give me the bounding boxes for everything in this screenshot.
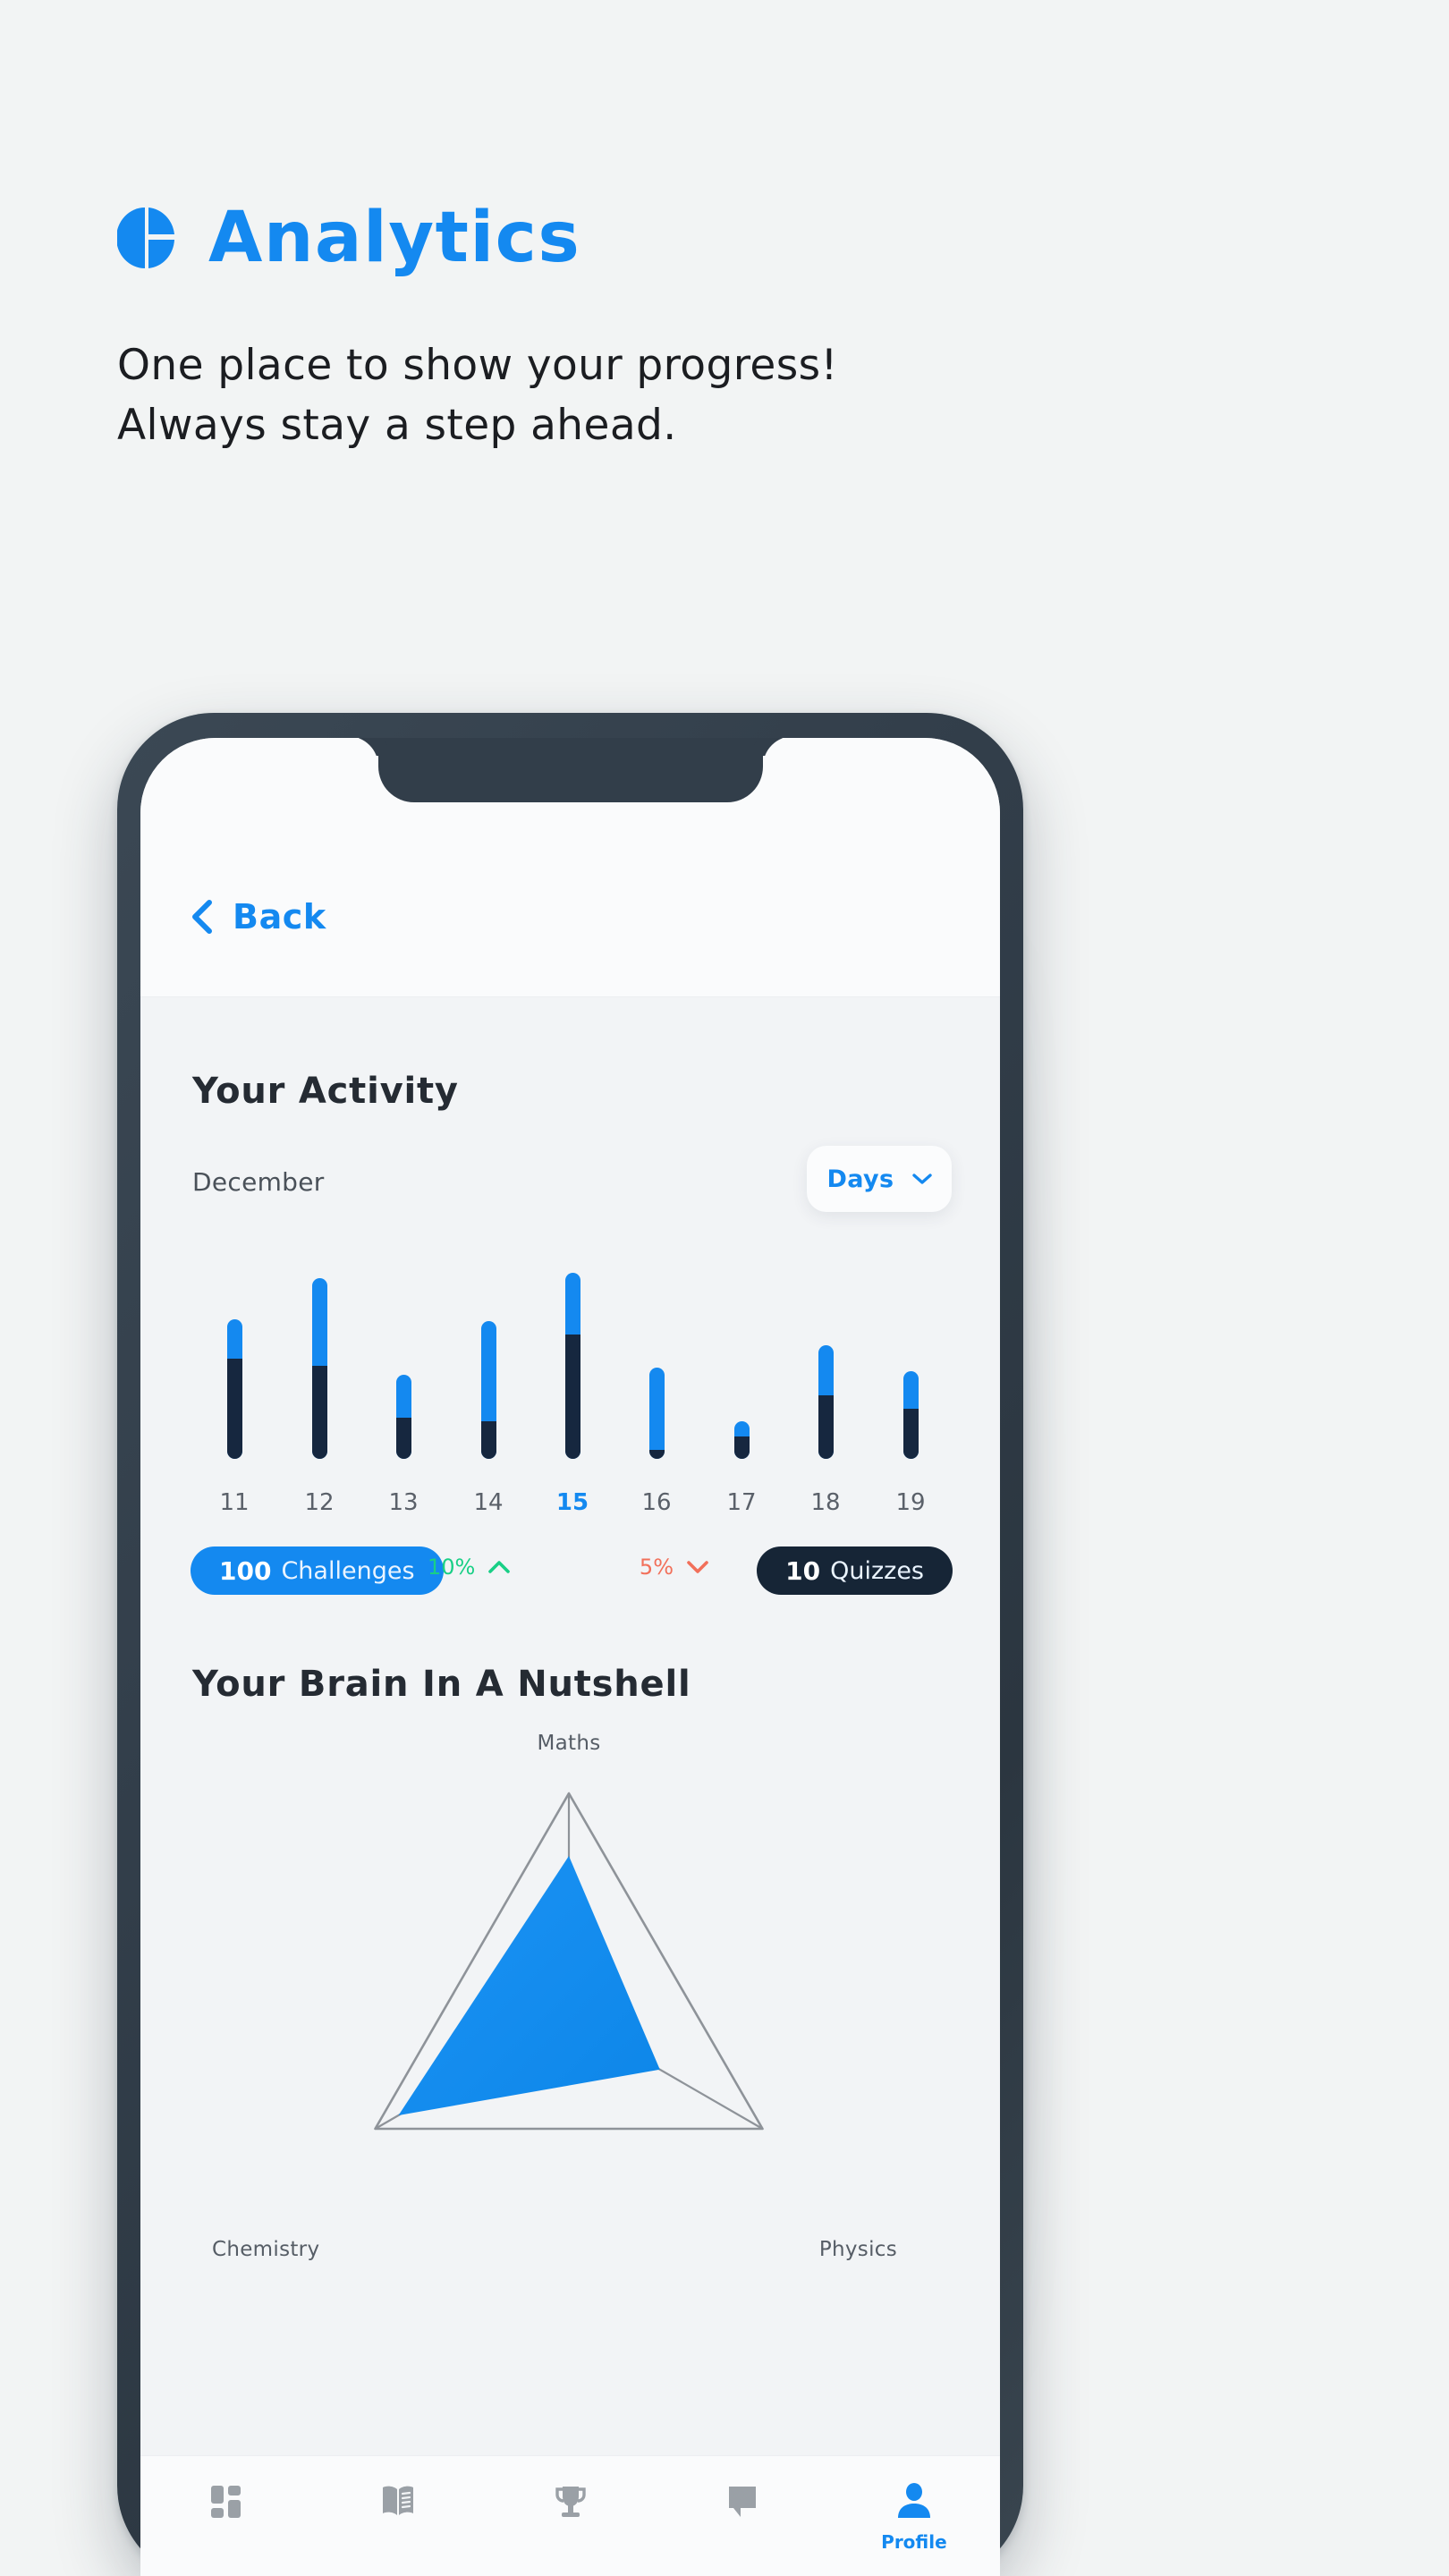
- chevron-down-icon: [686, 1559, 709, 1575]
- bar-completed-segment: [226, 1359, 242, 1459]
- activity-bar-16[interactable]: [639, 1368, 674, 1459]
- brain-radar-chart: Maths Chemistry Physics: [189, 1726, 949, 2263]
- activity-bar-17[interactable]: [724, 1421, 759, 1459]
- bar-day-label-18[interactable]: 18: [799, 1489, 852, 1516]
- bar-total: [226, 1319, 242, 1459]
- bar-completed-segment: [480, 1421, 496, 1459]
- quizzes-delta: 5%: [640, 1555, 709, 1580]
- chat-bubble-icon: [721, 2479, 764, 2522]
- bar-total: [818, 1345, 834, 1459]
- bar-completed-segment: [902, 1409, 919, 1459]
- phone-notch: [377, 738, 763, 802]
- chevron-up-icon: [487, 1559, 511, 1575]
- range-select-value: Days: [826, 1165, 894, 1193]
- phone-mockup: Back Your Activity December Days 11 12 13 1…: [117, 713, 1023, 2576]
- bar-completed-segment: [648, 1450, 665, 1459]
- chevron-down-icon: [911, 1173, 932, 1185]
- bar-day-label-19[interactable]: 19: [884, 1489, 937, 1516]
- bar-completed-segment: [733, 1436, 750, 1459]
- bar-day-label-13[interactable]: 13: [377, 1489, 430, 1516]
- hero-title-row: Analytics: [117, 195, 1280, 281]
- brain-section-title: Your Brain In A Nutshell: [192, 1664, 691, 1705]
- bar-total: [395, 1375, 411, 1459]
- quizzes-label: Quizzes: [830, 1556, 924, 1585]
- radar-axis-label-chemistry: Chemistry: [212, 2238, 320, 2261]
- chevron-left-icon: [190, 899, 213, 935]
- bar-day-label-12[interactable]: 12: [292, 1489, 346, 1516]
- hero-subtitle-line-1: One place to show your progress!: [117, 341, 838, 390]
- hero-subtitle: One place to show your progress! Always …: [117, 336, 1173, 455]
- tab-profile-label: Profile: [881, 2531, 947, 2553]
- radar-axis-label-maths: Maths: [537, 1732, 601, 1755]
- activity-bar-18[interactable]: [808, 1345, 843, 1459]
- page-title: Analytics: [208, 198, 581, 278]
- grid-dashboard-icon: [205, 2479, 248, 2522]
- bar-completed-segment: [311, 1366, 327, 1459]
- phone-screen: Back Your Activity December Days 11 12 13 1…: [140, 738, 1000, 2576]
- bar-completed-segment: [818, 1395, 834, 1459]
- activity-section-title: Your Activity: [192, 1071, 459, 1112]
- tab-messages[interactable]: [657, 2479, 828, 2531]
- challenges-label: Challenges: [281, 1556, 415, 1585]
- bar-day-label-15[interactable]: 15: [546, 1489, 599, 1516]
- activity-bar-12[interactable]: [301, 1278, 337, 1459]
- challenges-delta: 10%: [428, 1555, 511, 1580]
- trophy-icon: [549, 2479, 592, 2522]
- tab-profile[interactable]: Profile: [828, 2479, 1000, 2553]
- tab-dashboard[interactable]: [140, 2479, 312, 2531]
- range-select-days[interactable]: Days: [807, 1146, 952, 1212]
- bar-completed-segment: [564, 1335, 580, 1459]
- challenges-delta-value: 10%: [428, 1555, 476, 1580]
- bar-day-label-11[interactable]: 11: [208, 1489, 261, 1516]
- radar-data-polygon: [398, 1856, 660, 2115]
- bar-completed-segment: [395, 1418, 411, 1459]
- bar-total: [648, 1368, 665, 1459]
- tab-awards[interactable]: [484, 2479, 656, 2531]
- bar-total: [311, 1278, 327, 1459]
- hero-section: Analytics One place to show your progres…: [117, 195, 1280, 455]
- pie-chart-logo-icon: [117, 206, 176, 270]
- activity-bar-19[interactable]: [893, 1371, 928, 1459]
- analytics-promo-page: Analytics One place to show your progres…: [0, 0, 1449, 2576]
- activity-bar-15[interactable]: [555, 1273, 590, 1459]
- bar-total: [480, 1321, 496, 1459]
- bar-total: [902, 1371, 919, 1459]
- quizzes-count: 10: [785, 1555, 821, 1586]
- bar-day-label-14[interactable]: 14: [462, 1489, 515, 1516]
- activity-bar-13[interactable]: [386, 1375, 421, 1459]
- radar-axis-label-physics: Physics: [818, 2238, 897, 2261]
- hero-subtitle-line-2: Always stay a step ahead.: [117, 400, 677, 450]
- challenges-badge[interactable]: 100 Challenges: [191, 1546, 444, 1595]
- activity-bar-chart: 11 12 13 14 15 16 17 18 19: [192, 1257, 953, 1516]
- bottom-tab-bar: Profile: [140, 2455, 1000, 2576]
- activity-month-label: December: [192, 1167, 325, 1197]
- person-icon: [893, 2479, 936, 2522]
- activity-stats-row: 100 Challenges 10% 5% 10 Quizzes: [191, 1546, 953, 1598]
- open-book-icon: [377, 2479, 419, 2522]
- bar-day-label-16[interactable]: 16: [630, 1489, 683, 1516]
- activity-bar-14[interactable]: [470, 1321, 506, 1459]
- quizzes-badge[interactable]: 10 Quizzes: [757, 1546, 953, 1595]
- app-content: Your Activity December Days 11 12 13 14 15 16…: [140, 997, 1000, 2455]
- tab-library[interactable]: [312, 2479, 484, 2531]
- bar-day-label-17[interactable]: 17: [715, 1489, 768, 1516]
- bar-total: [564, 1273, 580, 1459]
- back-button[interactable]: Back: [190, 897, 326, 936]
- back-button-label: Back: [233, 897, 326, 936]
- bar-total: [733, 1421, 750, 1459]
- activity-bar-11[interactable]: [216, 1319, 252, 1459]
- quizzes-delta-value: 5%: [639, 1555, 674, 1580]
- challenges-count: 100: [219, 1555, 272, 1586]
